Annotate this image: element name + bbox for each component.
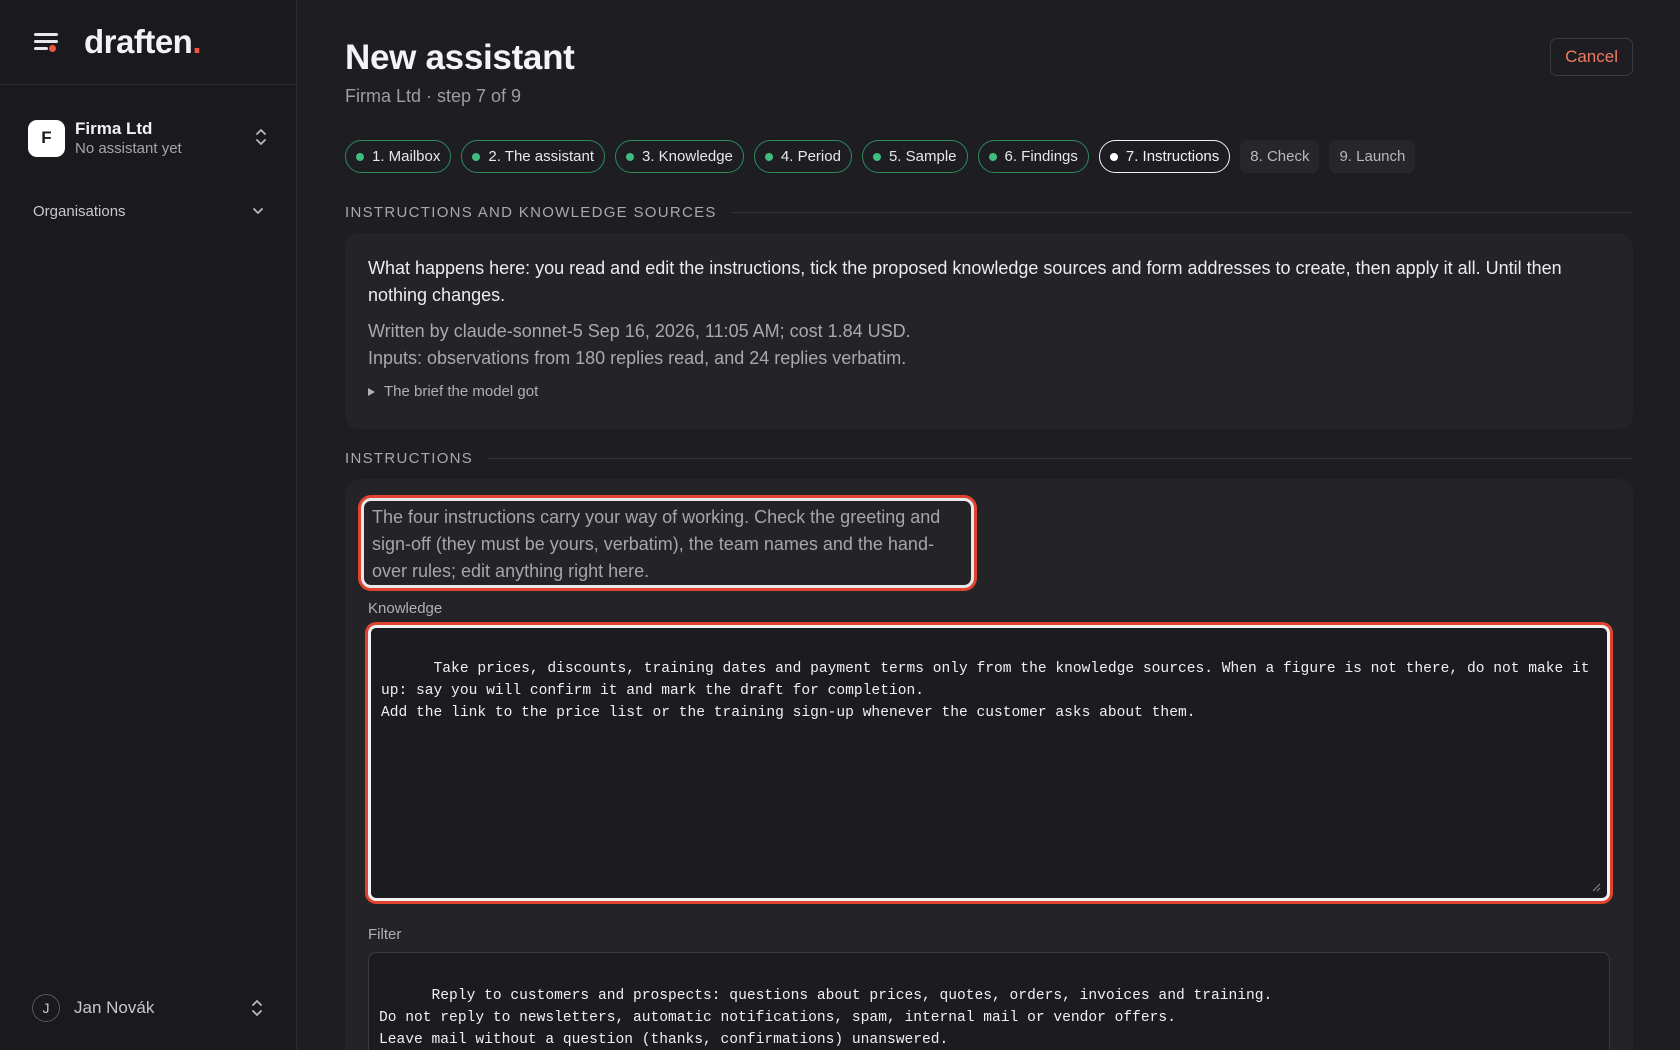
menu-icon[interactable] xyxy=(32,30,60,54)
step-instructions[interactable]: 7. Instructions xyxy=(1098,140,1231,173)
step-launch[interactable]: 9. Launch xyxy=(1329,140,1416,173)
organisation-switcher[interactable]: F Firma Ltd No assistant yet xyxy=(28,116,276,160)
resize-grip-icon[interactable] xyxy=(1592,883,1601,892)
brief-toggle-label: The brief the model got xyxy=(384,383,539,400)
org-name: Firma Ltd xyxy=(75,118,153,138)
section-title: INSTRUCTIONS xyxy=(345,449,474,467)
info-card: What happens here: you read and edit the… xyxy=(345,233,1633,429)
step-status-dot xyxy=(626,152,634,161)
org-subtitle: No assistant yet xyxy=(75,139,182,157)
instructions-note: The four instructions carry your way of … xyxy=(361,498,974,588)
step-sample[interactable]: 5. Sample xyxy=(861,140,968,173)
chevron-down-icon xyxy=(253,208,263,214)
step-status-dot xyxy=(1109,152,1118,161)
organisations-label: Organisations xyxy=(33,202,126,220)
organisations-toggle[interactable]: Organisations xyxy=(33,199,265,223)
chevron-up-down-icon xyxy=(256,129,266,145)
sidebar: draften. F Firma Ltd No assistant yet Or… xyxy=(0,0,297,1050)
chevron-up-down-icon xyxy=(252,1000,262,1016)
brief-toggle[interactable]: The brief the model got xyxy=(368,383,538,400)
logo: draften. xyxy=(84,23,202,60)
divider xyxy=(730,211,1633,213)
filter-label: Filter xyxy=(368,926,402,943)
step-knowledge[interactable]: 3. Knowledge xyxy=(615,140,744,173)
knowledge-textarea[interactable]: Take prices, discounts, training dates a… xyxy=(368,625,1610,901)
step-check[interactable]: 8. Check xyxy=(1240,140,1320,173)
step-findings[interactable]: 6. Findings xyxy=(977,140,1089,173)
knowledge-label: Knowledge xyxy=(368,600,443,617)
step-status-dot xyxy=(356,152,364,161)
step-status-dot xyxy=(472,152,481,161)
step-status-dot xyxy=(988,152,997,161)
step-period[interactable]: 4. Period xyxy=(753,140,852,173)
wizard-steps: 1. Mailbox 2. The assistant 3. Knowledge… xyxy=(345,140,1416,173)
divider xyxy=(487,457,1633,459)
brand-bar: draften. xyxy=(0,0,296,85)
instructions-card: The four instructions carry your way of … xyxy=(345,479,1633,1050)
main-content: New assistant Firma Ltd · step 7 of 9 Ca… xyxy=(345,0,1633,1050)
filter-textarea[interactable]: Reply to customers and prospects: questi… xyxy=(368,952,1610,1050)
info-lead: What happens here: you read and edit the… xyxy=(368,258,1562,305)
section-title: INSTRUCTIONS AND KNOWLEDGE SOURCES xyxy=(345,203,717,221)
step-mailbox[interactable]: 1. Mailbox xyxy=(345,140,452,173)
written-by: Written by claude-sonnet-5 Sep 16, 2026,… xyxy=(368,321,911,341)
triangle-right-icon xyxy=(368,387,375,396)
page-subtitle: Firma Ltd · step 7 of 9 xyxy=(345,86,522,106)
step-status-dot xyxy=(764,152,773,161)
user-avatar: J xyxy=(32,994,60,1022)
step-status-dot xyxy=(872,152,881,161)
step-assistant[interactable]: 2. The assistant xyxy=(461,140,605,173)
inputs-summary: Inputs: observations from 180 replies re… xyxy=(368,348,907,368)
page-title: New assistant xyxy=(345,38,575,77)
cancel-button[interactable]: Cancel xyxy=(1550,38,1633,76)
user-name: Jan Novák xyxy=(74,998,155,1017)
user-menu[interactable]: J Jan Novák xyxy=(32,992,264,1024)
sources-section-header: INSTRUCTIONS AND KNOWLEDGE SOURCES xyxy=(345,202,1633,222)
instructions-section-header: INSTRUCTIONS xyxy=(345,448,1633,468)
org-avatar: F xyxy=(28,119,65,157)
